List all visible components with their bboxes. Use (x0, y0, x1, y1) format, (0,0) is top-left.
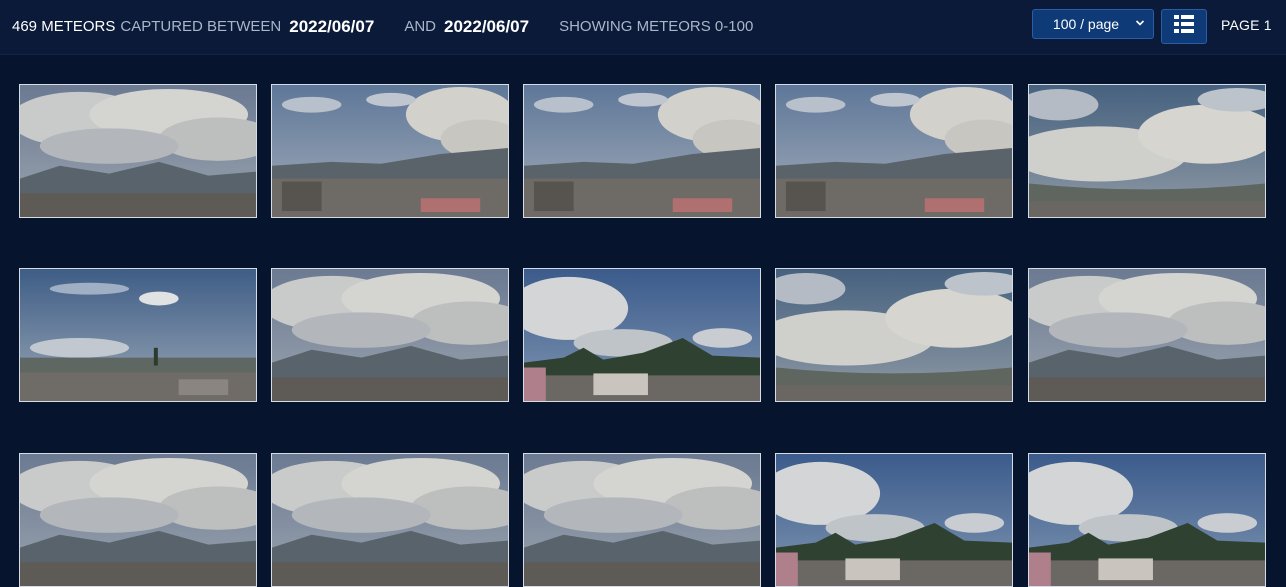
meteor-thumbnail[interactable] (523, 453, 761, 587)
meteor-thumbnail[interactable] (775, 453, 1013, 587)
meteor-thumbnail[interactable] (19, 453, 257, 587)
meteor-thumbnail[interactable] (271, 84, 509, 218)
meteor-thumbnail[interactable] (523, 84, 761, 218)
meteor-thumbnail[interactable] (1028, 84, 1266, 218)
meteor-thumbnail[interactable] (1028, 268, 1266, 402)
meteor-thumbnail[interactable] (1028, 453, 1266, 587)
meteor-thumbnail-grid (0, 0, 1286, 587)
meteor-thumbnail[interactable] (271, 453, 509, 587)
meteor-thumbnail[interactable] (19, 84, 257, 218)
meteor-thumbnail[interactable] (19, 268, 257, 402)
meteor-thumbnail[interactable] (271, 268, 509, 402)
meteor-thumbnail[interactable] (775, 268, 1013, 402)
meteor-thumbnail[interactable] (775, 84, 1013, 218)
meteor-thumbnail[interactable] (523, 268, 761, 402)
